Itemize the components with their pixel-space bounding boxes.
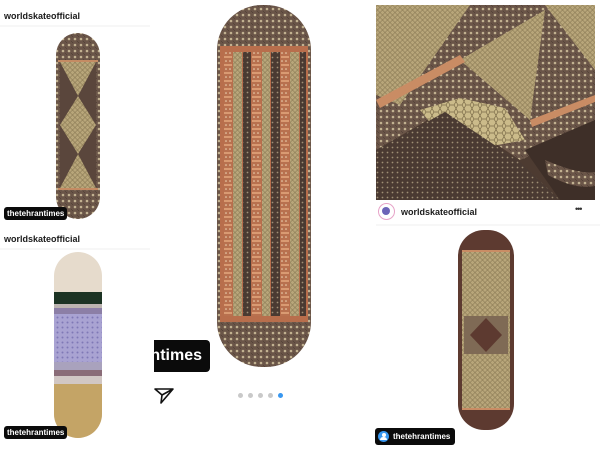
user-tag-crop[interactable]: thetehrantimes [154,340,210,372]
inlay-closeup-photo [376,5,595,200]
user-tag-label: thetehrantimes [393,432,451,441]
user-tag[interactable]: thetehrantimes [4,207,68,220]
collage-canvas [0,5,600,438]
skateboard-deck-color-bands [54,252,102,438]
account-name[interactable]: worldskateofficial [4,234,80,244]
more-icon[interactable]: ••• [575,204,583,214]
skateboard-deck-center-diamond [458,230,514,430]
carousel-dot[interactable] [248,393,253,398]
person-tag-icon [378,431,389,442]
user-tag[interactable]: thetehrantimes [4,426,68,439]
carousel-dots[interactable] [238,393,288,401]
carousel-dot[interactable] [268,393,273,398]
carousel-dot[interactable] [258,393,263,398]
account-name[interactable]: worldskateofficial [401,207,477,217]
account-name[interactable]: worldskateofficial [4,11,80,21]
skateboard-deck-striped [217,5,311,367]
avatar[interactable] [378,203,395,220]
avatar-logo [382,207,390,215]
carousel-dot-active[interactable] [278,393,283,398]
skateboard-deck-diamond [56,33,100,219]
user-tag[interactable]: thetehrantimes [375,428,456,445]
carousel-dot[interactable] [238,393,243,398]
send-icon[interactable] [153,386,175,406]
user-tag[interactable]: thetehrantimes [154,340,210,372]
